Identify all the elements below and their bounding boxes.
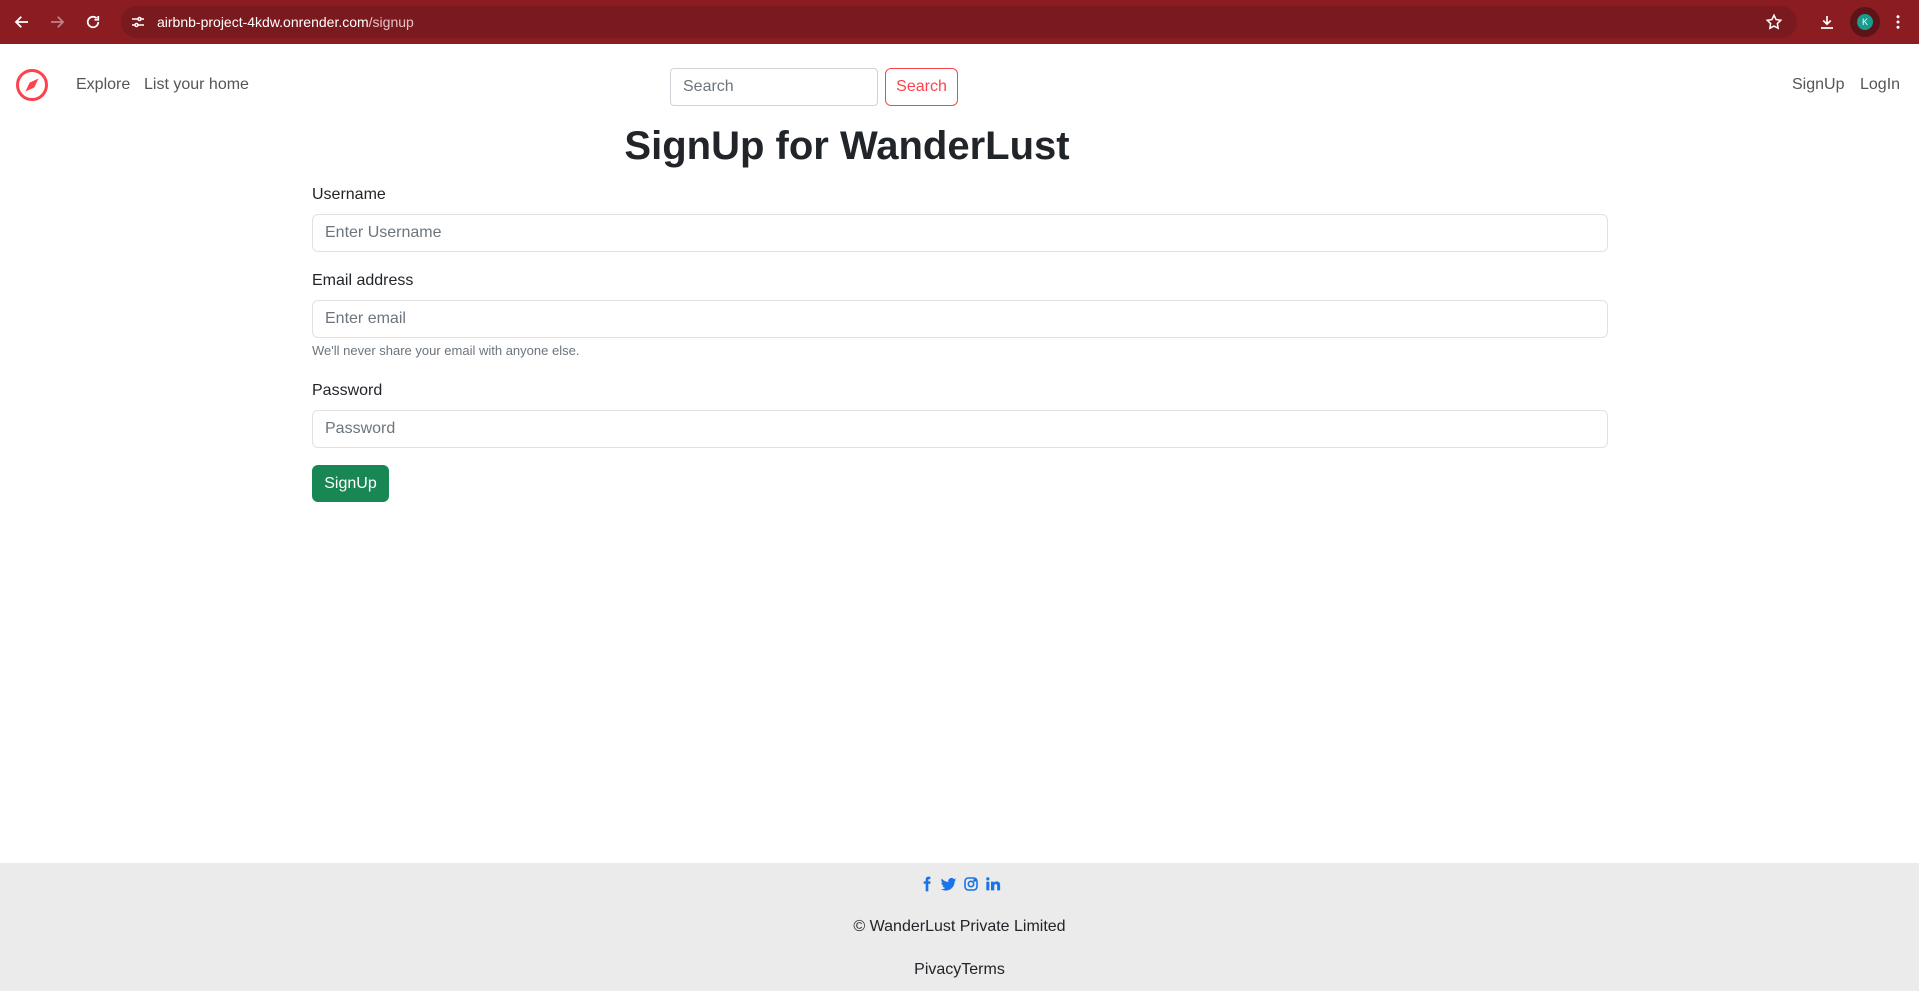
menu-kebab-icon[interactable] xyxy=(1886,10,1910,34)
compass-icon[interactable] xyxy=(15,68,49,102)
email-help-text: We'll never share your email with anyone… xyxy=(312,343,580,358)
nav-explore[interactable]: Explore xyxy=(76,76,130,94)
facebook-icon[interactable] xyxy=(918,875,936,893)
nav-signup[interactable]: SignUp xyxy=(1792,76,1844,94)
copyright-text: © WanderLust Private Limited xyxy=(853,918,1066,935)
forward-icon[interactable] xyxy=(45,10,69,34)
search-button[interactable]: Search xyxy=(885,68,958,106)
download-icon[interactable] xyxy=(1815,10,1839,34)
page-title: SignUp for WanderLust xyxy=(624,124,1070,168)
search-input[interactable] xyxy=(670,68,878,106)
social-links xyxy=(0,875,1919,893)
email-input[interactable] xyxy=(312,300,1608,338)
site-settings-icon[interactable] xyxy=(129,13,147,31)
browser-toolbar: airbnb-project-4kdw.onrender.com/signup … xyxy=(0,0,1919,44)
reload-icon[interactable] xyxy=(81,10,105,34)
password-label: Password xyxy=(312,382,383,399)
username-input[interactable] xyxy=(312,214,1608,252)
twitter-icon[interactable] xyxy=(940,875,958,893)
bookmark-star-icon[interactable] xyxy=(1765,13,1783,31)
instagram-icon[interactable] xyxy=(962,875,980,893)
signup-submit-button[interactable]: SignUp xyxy=(312,465,389,502)
address-bar[interactable]: airbnb-project-4kdw.onrender.com/signup xyxy=(121,6,1797,38)
footer-links: PivacyTerms xyxy=(0,961,1919,979)
site-navbar: Explore List your home Search SignUp Log… xyxy=(0,44,1919,128)
profile-avatar[interactable]: K xyxy=(1850,7,1880,37)
privacy-link[interactable]: Pivacy xyxy=(914,961,961,978)
url-text: airbnb-project-4kdw.onrender.com/signup xyxy=(157,14,414,30)
linkedin-icon[interactable] xyxy=(984,875,1002,893)
password-input[interactable] xyxy=(312,410,1608,448)
username-label: Username xyxy=(312,186,386,203)
terms-link[interactable]: Terms xyxy=(961,961,1005,978)
nav-login[interactable]: LogIn xyxy=(1860,76,1900,94)
site-footer: © WanderLust Private Limited PivacyTerms xyxy=(0,863,1919,991)
back-icon[interactable] xyxy=(10,10,34,34)
nav-list-your-home[interactable]: List your home xyxy=(144,76,249,94)
email-label: Email address xyxy=(312,272,414,289)
